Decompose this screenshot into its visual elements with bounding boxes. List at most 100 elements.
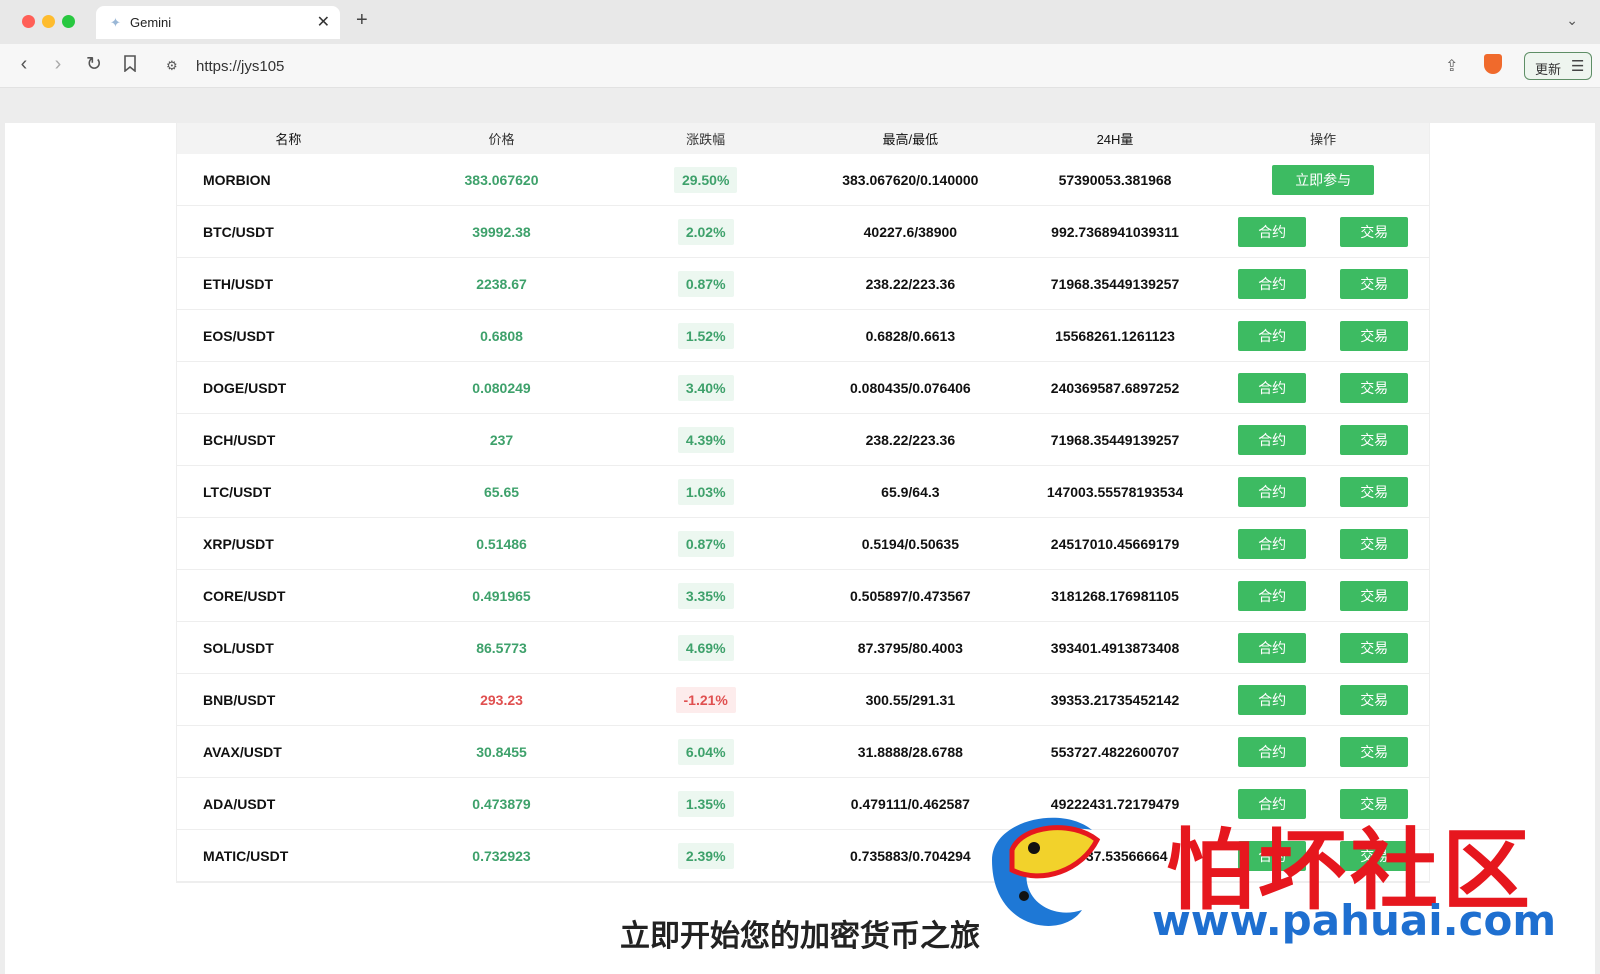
high-low-value: 0.5194/0.50635	[861, 535, 960, 552]
table-row[interactable]: ETH/USDT 2238.67 0.87% 238.22/223.36 71968.3…	[177, 258, 1429, 310]
contract-button[interactable]: 合约	[1238, 424, 1307, 455]
price-value: 0.080249	[472, 379, 531, 396]
trade-button[interactable]: 交易	[1340, 528, 1409, 559]
bookmark-icon[interactable]	[118, 55, 142, 77]
forward-arrow-icon[interactable]: ›	[46, 53, 70, 76]
tab-list-chevron-icon[interactable]: ⌄	[1566, 12, 1578, 29]
high-low-value: 0.080435/0.076406	[850, 379, 971, 396]
change-badge: 29.50%	[673, 166, 738, 193]
change-badge: 1.03%	[677, 478, 734, 505]
volume-value: 147003.55578193534	[1046, 483, 1184, 500]
site-settings-icon[interactable]: ⚙	[166, 58, 178, 74]
change-badge: 6.04%	[677, 738, 734, 765]
pair-name: CORE/USDT	[203, 587, 286, 604]
minimize-window-button[interactable]	[42, 15, 55, 28]
tab-close-icon[interactable]: ✕	[317, 12, 330, 32]
browser-tab[interactable]: ✦ Gemini ✕	[96, 6, 340, 39]
contract-button[interactable]: 合约	[1238, 268, 1307, 299]
contract-button[interactable]: 合约	[1238, 736, 1307, 767]
price-value: 0.51486	[476, 535, 527, 552]
address-bar[interactable]: ⚙ https://jys105	[154, 50, 1416, 82]
trade-button[interactable]: 交易	[1340, 372, 1409, 403]
table-row[interactable]: XRP/USDT 0.51486 0.87% 0.5194/0.50635 245170…	[177, 518, 1429, 570]
brave-shield-icon[interactable]	[1484, 54, 1502, 74]
pair-name: BTC/USDT	[203, 223, 274, 240]
volume-value: 39353.21735452142	[1050, 691, 1180, 708]
row-actions: 合约 交易	[1217, 216, 1429, 247]
contract-button[interactable]: 合约	[1238, 476, 1307, 507]
watermark-url: www.pahuai.com	[1152, 896, 1557, 945]
contract-button[interactable]: 合约	[1238, 372, 1307, 403]
change-badge: 3.35%	[677, 582, 734, 609]
table-row[interactable]: BTC/USDT 39992.38 2.02% 40227.6/38900 992.73…	[177, 206, 1429, 258]
table-row[interactable]: MORBION 383.067620 29.50% 383.067620/0.1400…	[177, 154, 1429, 206]
table-row[interactable]: SOL/USDT 86.5773 4.69% 87.3795/80.4003 39340…	[177, 622, 1429, 674]
change-badge: 0.87%	[677, 270, 734, 297]
join-now-button[interactable]: 立即参与	[1272, 164, 1375, 195]
volume-value: 71968.35449139257	[1050, 431, 1180, 448]
reload-icon[interactable]: ↻	[82, 53, 106, 76]
table-row[interactable]: LTC/USDT 65.65 1.03% 65.9/64.3 147003.555781…	[177, 466, 1429, 518]
update-button[interactable]: 更新 ☰	[1524, 52, 1592, 80]
contract-button[interactable]: 合约	[1238, 580, 1307, 611]
trade-button[interactable]: 交易	[1340, 268, 1409, 299]
header-name: 名称	[275, 132, 302, 147]
row-actions: 合约 交易	[1217, 684, 1429, 715]
url-text[interactable]: https://jys105	[196, 58, 284, 75]
volume-value: 992.7368941039311	[1051, 223, 1179, 240]
pair-name: ADA/USDT	[203, 795, 276, 812]
trade-button[interactable]: 交易	[1340, 424, 1409, 455]
header-price: 价格	[488, 132, 515, 147]
zoom-window-button[interactable]	[62, 15, 75, 28]
price-value: 0.473879	[472, 795, 531, 812]
trade-button[interactable]: 交易	[1340, 736, 1409, 767]
high-low-value: 0.6828/0.6613	[865, 327, 956, 344]
tab-title: Gemini	[130, 15, 172, 30]
trade-button[interactable]: 交易	[1340, 216, 1409, 247]
contract-button[interactable]: 合约	[1238, 216, 1307, 247]
browser-toolbar: ‹ › ↻ ⚙ https://jys105 ⇪ 更新 ☰	[0, 44, 1600, 88]
high-low-value: 238.22/223.36	[865, 275, 956, 292]
contract-button[interactable]: 合约	[1238, 320, 1307, 351]
close-window-button[interactable]	[22, 15, 35, 28]
row-actions: 合约 交易	[1217, 736, 1429, 767]
table-row[interactable]: CORE/USDT 0.491965 3.35% 0.505897/0.473567 3…	[177, 570, 1429, 622]
table-body: MORBION 383.067620 29.50% 383.067620/0.1400…	[177, 154, 1429, 882]
table-row[interactable]: BCH/USDT 237 4.39% 238.22/223.36 71968.35449…	[177, 414, 1429, 466]
row-actions: 合约 交易	[1217, 528, 1429, 559]
volume-value: 3181268.176981105	[1051, 587, 1179, 604]
pair-name: MORBION	[203, 171, 271, 188]
change-badge: 0.87%	[677, 530, 734, 557]
trade-button[interactable]: 交易	[1340, 320, 1409, 351]
price-value: 2238.67	[476, 275, 527, 292]
contract-button[interactable]: 合约	[1238, 632, 1307, 663]
table-row[interactable]: DOGE/USDT 0.080249 3.40% 0.080435/0.076406 2…	[177, 362, 1429, 414]
header-change: 涨跌幅	[686, 132, 726, 147]
contract-button[interactable]: 合约	[1238, 684, 1307, 715]
table-header: 名称 价格 涨跌幅 最高/最低 24H量 操作	[177, 123, 1429, 154]
price-value: 0.732923	[472, 847, 531, 864]
price-value: 237	[489, 431, 514, 448]
trade-button[interactable]: 交易	[1340, 684, 1409, 715]
change-badge: 4.39%	[677, 426, 734, 453]
table-row[interactable]: EOS/USDT 0.6808 1.52% 0.6828/0.6613 15568261…	[177, 310, 1429, 362]
hamburger-menu-icon: ☰	[1571, 58, 1585, 75]
new-tab-button[interactable]: +	[356, 9, 368, 32]
row-actions: 合约 交易	[1217, 632, 1429, 663]
price-value: 30.8455	[476, 743, 527, 760]
pair-name: BNB/USDT	[203, 691, 276, 708]
header-high-low: 最高/最低	[882, 132, 939, 147]
back-arrow-icon[interactable]: ‹	[12, 53, 36, 76]
pair-name: MATIC/USDT	[203, 847, 289, 864]
table-row[interactable]: BNB/USDT 293.23 -1.21% 300.55/291.31 39353.2…	[177, 674, 1429, 726]
trade-button[interactable]: 交易	[1340, 580, 1409, 611]
contract-button[interactable]: 合约	[1238, 528, 1307, 559]
header-actions: 操作	[1310, 132, 1337, 147]
row-actions: 合约 交易	[1217, 580, 1429, 611]
volume-value: 57390053.381968	[1058, 171, 1172, 188]
pair-name: SOL/USDT	[203, 639, 274, 656]
table-row[interactable]: AVAX/USDT 30.8455 6.04% 31.8888/28.6788 5537…	[177, 726, 1429, 778]
share-icon[interactable]: ⇪	[1445, 56, 1458, 76]
trade-button[interactable]: 交易	[1340, 632, 1409, 663]
trade-button[interactable]: 交易	[1340, 476, 1409, 507]
